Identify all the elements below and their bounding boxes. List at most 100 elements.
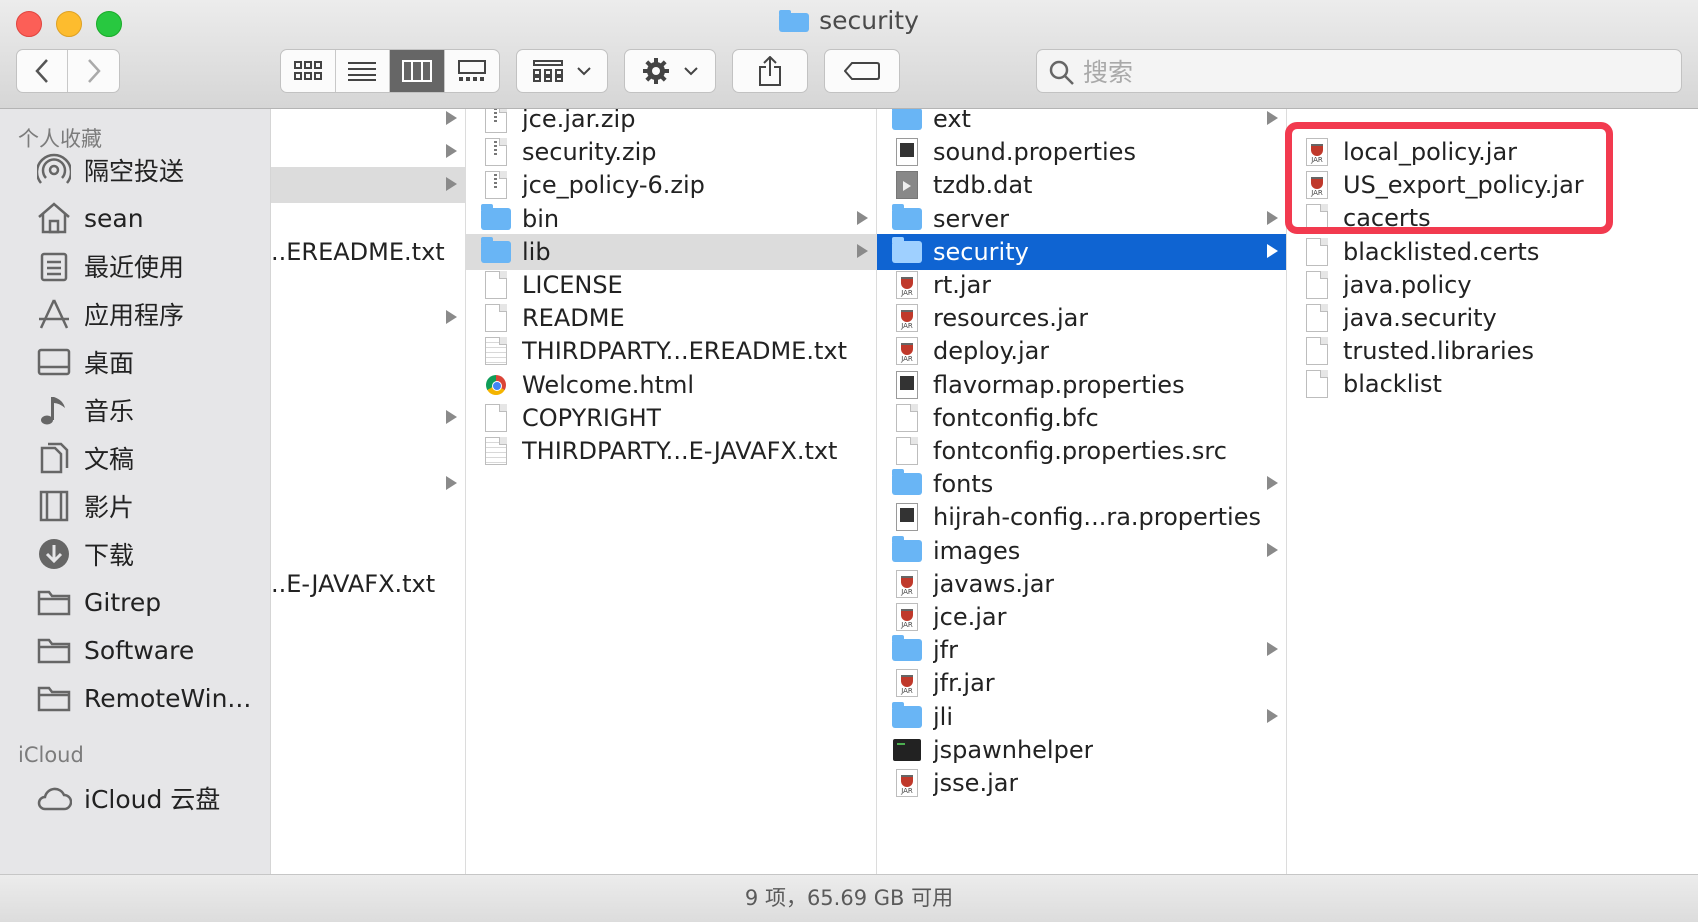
file-icon-wrap [1301, 202, 1333, 234]
file-row[interactable]: hijrah-config...ra.properties [877, 499, 1286, 535]
file-row[interactable] [271, 333, 465, 369]
file-row[interactable] [271, 201, 465, 237]
sidebar-item-0[interactable]: 隔空投送 [34, 148, 184, 192]
file-row[interactable]: images [877, 533, 1286, 569]
folder-icon [481, 236, 511, 263]
file-row[interactable]: JAR local_policy.jar [1287, 134, 1698, 170]
file-row[interactable]: README [466, 300, 876, 336]
file-icon-wrap: JAR [1301, 169, 1333, 201]
file-row[interactable] [271, 109, 465, 137]
sidebar-item-8[interactable]: 下载 [34, 532, 134, 576]
file-row[interactable]: jspawnhelper [877, 732, 1286, 768]
file-row[interactable]: security.zip [466, 134, 876, 170]
file-row[interactable]: tzdb.dat [877, 167, 1286, 203]
file-row[interactable]: JAR javaws.jar [877, 566, 1286, 602]
sidebar-item-5[interactable]: 音乐 [34, 388, 134, 432]
file-row[interactable]: JAR rt.jar [877, 267, 1286, 303]
file-row[interactable] [271, 267, 465, 303]
tags-button[interactable] [824, 49, 900, 93]
file-icon-wrap [891, 734, 923, 766]
disclosure-arrow-icon [1267, 476, 1278, 491]
file-row[interactable] [271, 466, 465, 502]
sidebar-item-label: 音乐 [84, 397, 135, 426]
file-row[interactable]: COPYRIGHT [466, 400, 876, 436]
file-row[interactable]: jce.jar.zip [466, 109, 876, 137]
gallery-view-button[interactable] [445, 50, 500, 92]
icon-view-button[interactable] [281, 50, 336, 92]
file-row[interactable]: THIRDPARTY...E-JAVAFX.txt [466, 433, 876, 469]
sidebar-item-7[interactable]: 影片 [34, 484, 134, 528]
file-row[interactable]: fontconfig.properties.src [877, 433, 1286, 469]
search-input[interactable] [1081, 50, 1665, 94]
file-row[interactable]: fontconfig.bfc [877, 400, 1286, 436]
file-row[interactable]: THIRDPARTY...EREADME.txt [466, 333, 876, 369]
file-row[interactable]: ..EREADME.txt [271, 234, 465, 270]
sidebar-item-11[interactable]: RemoteWin... [34, 676, 251, 720]
file-row[interactable]: JAR US_export_policy.jar [1287, 167, 1698, 203]
file-row[interactable]: flavormap.properties [877, 367, 1286, 403]
file-row[interactable]: JAR resources.jar [877, 300, 1286, 336]
sidebar-item-3[interactable]: 应用程序 [34, 292, 184, 336]
list-view-button[interactable] [336, 50, 390, 92]
file-row[interactable]: JAR jce.jar [877, 599, 1286, 635]
jar-file-icon: JAR [896, 669, 918, 698]
file-row[interactable] [271, 400, 465, 436]
sidebar-item-9[interactable]: Gitrep [34, 580, 161, 624]
chevron-left-icon [35, 59, 48, 83]
action-button[interactable] [624, 49, 716, 93]
file-row[interactable]: ext [877, 109, 1286, 137]
column-lib[interactable]: ext sound.properties tzdb.dat server securit… [877, 109, 1287, 874]
sidebar-item-2[interactable]: 最近使用 [34, 244, 184, 288]
forward-button[interactable] [68, 50, 119, 92]
column-parent[interactable]: ..EREADME.txt ..E-JAVAFX.txt [271, 109, 466, 874]
file-row[interactable]: jfr [877, 632, 1286, 668]
file-row[interactable]: fonts [877, 466, 1286, 502]
search-field[interactable] [1036, 49, 1682, 94]
share-button[interactable] [732, 49, 808, 93]
file-row[interactable]: server [877, 201, 1286, 237]
back-button[interactable] [17, 50, 69, 92]
sidebar-item-label: RemoteWin... [84, 683, 252, 713]
airdrop-icon [34, 150, 74, 190]
sidebar-item-icloud-drive[interactable]: iCloud 云盘 [34, 776, 220, 820]
file-row[interactable]: Welcome.html [466, 367, 876, 403]
file-row[interactable] [271, 167, 465, 204]
zip-file-icon [485, 171, 507, 200]
file-row[interactable]: bin [466, 201, 876, 237]
group-button[interactable] [516, 49, 608, 93]
file-row[interactable]: blacklisted.certs [1287, 234, 1698, 270]
column-jdk[interactable]: jce.jar.zip security.zip jce_policy-6.zip b… [466, 109, 877, 874]
file-row[interactable]: java.security [1287, 300, 1698, 336]
file-name: LICENSE [522, 271, 623, 299]
sidebar-item-4[interactable]: 桌面 [34, 340, 134, 384]
sidebar-item-10[interactable]: Software [34, 628, 194, 672]
file-row[interactable] [271, 300, 465, 336]
sidebar-item-label: 隔空投送 [84, 157, 185, 186]
sidebar-item-1[interactable]: sean [34, 196, 144, 240]
file-row[interactable]: lib [466, 233, 876, 270]
file-row[interactable]: JAR jfr.jar [877, 665, 1286, 701]
file-row[interactable]: security [877, 233, 1286, 270]
file-row[interactable]: sound.properties [877, 134, 1286, 170]
file-row[interactable]: JAR deploy.jar [877, 333, 1286, 369]
file-row[interactable]: JAR jsse.jar [877, 765, 1286, 801]
file-row[interactable]: LICENSE [466, 267, 876, 303]
column-view-button[interactable] [390, 50, 445, 92]
column-security[interactable]: JAR local_policy.jar JAR US_export_policy.j… [1287, 109, 1698, 874]
file-row[interactable]: java.policy [1287, 267, 1698, 303]
file-row[interactable] [271, 499, 465, 535]
file-row[interactable]: jce_policy-6.zip [466, 167, 876, 203]
sidebar-item-6[interactable]: 文稿 [34, 436, 134, 480]
file-row[interactable] [271, 134, 465, 170]
file-name: jspawnhelper [933, 735, 1094, 764]
file-row[interactable]: cacerts [1287, 200, 1698, 236]
file-row[interactable]: jli [877, 699, 1286, 735]
document-icon [1306, 337, 1328, 366]
file-name: flavormap.properties [933, 370, 1185, 399]
file-row[interactable] [271, 433, 465, 469]
file-row[interactable]: ..E-JAVAFX.txt [271, 566, 465, 602]
file-row[interactable] [271, 533, 465, 569]
file-row[interactable]: blacklist [1287, 366, 1698, 402]
file-row[interactable]: trusted.libraries [1287, 333, 1698, 369]
file-row[interactable] [271, 367, 465, 403]
